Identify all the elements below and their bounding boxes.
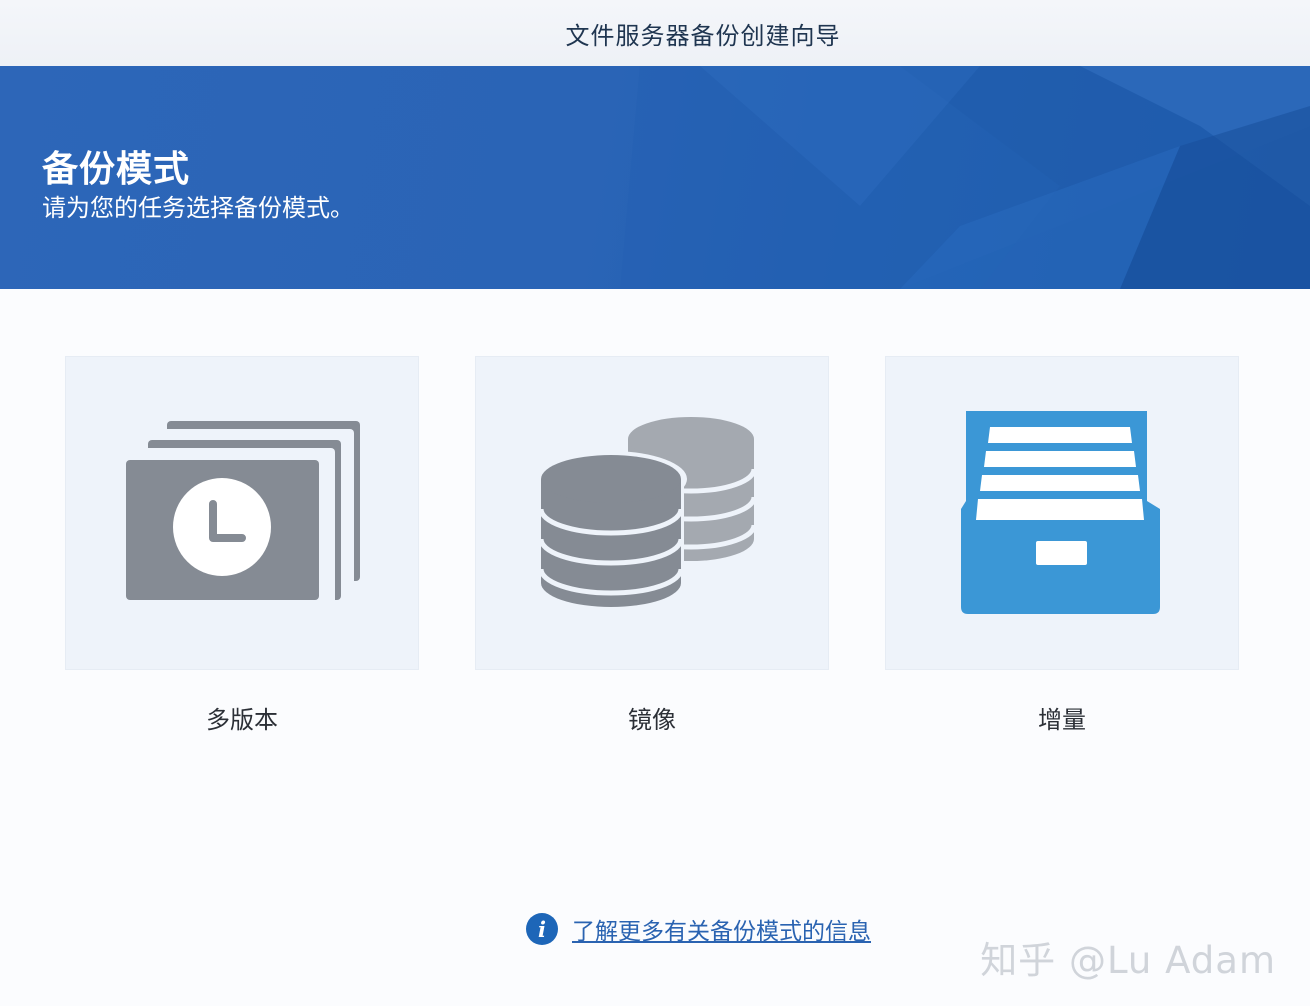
page-heading: 备份模式 — [42, 140, 190, 192]
header-banner: 备份模式 请为您的任务选择备份模式。 — [0, 66, 1310, 289]
option-mirror[interactable] — [475, 356, 829, 670]
learn-more-link[interactable]: 了解更多有关备份模式的信息 — [572, 912, 871, 946]
page-subheading: 请为您的任务选择备份模式。 — [42, 188, 354, 223]
option-incremental[interactable] — [885, 356, 1239, 670]
option-multi-version[interactable] — [65, 356, 419, 670]
title-bar: 文件服务器备份创建向导 — [0, 0, 1310, 67]
banner-decoration — [0, 66, 1310, 289]
info-row: i 了解更多有关备份模式的信息 — [526, 912, 871, 946]
info-icon: i — [526, 913, 558, 945]
watermark: 知乎 @Lu Adam — [980, 930, 1276, 984]
incremental-drawer-icon — [886, 357, 1240, 671]
option-mirror-label[interactable]: 镜像 — [475, 700, 829, 735]
backup-wizard-window: 文件服务器备份创建向导 备份模式 请为您的任务选择备份模式。 多版本 — [0, 0, 1310, 1006]
multi-version-clock-icon — [66, 357, 420, 671]
option-multi-version-label[interactable]: 多版本 — [65, 700, 419, 735]
window-title: 文件服务器备份创建向导 — [566, 16, 841, 51]
mirror-database-icon — [476, 357, 830, 671]
option-incremental-label[interactable]: 增量 — [885, 700, 1239, 735]
